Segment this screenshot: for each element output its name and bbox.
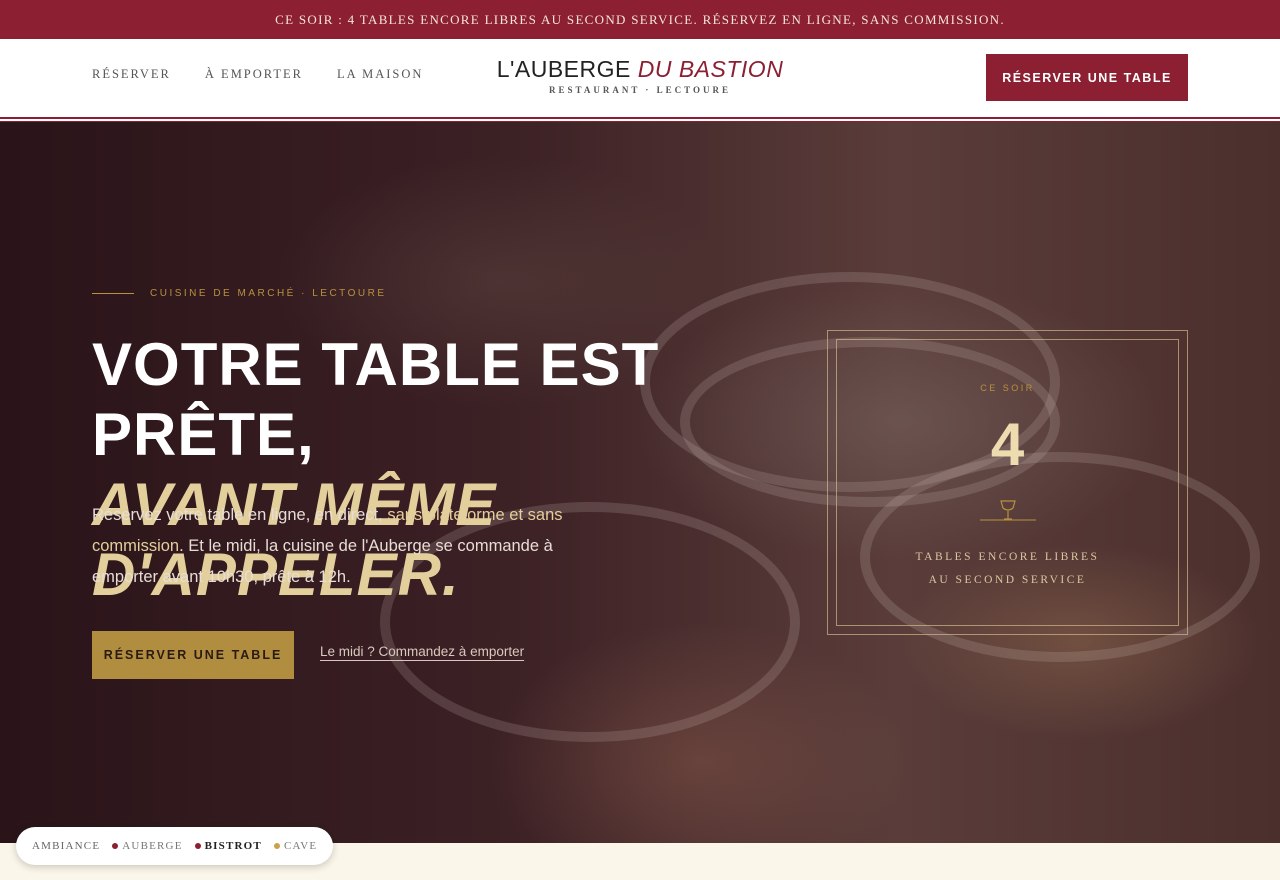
headline-line-1: VOTRE TABLE EST PRÊTE,: [92, 331, 660, 468]
ambiance-label: AMBIANCE: [32, 840, 101, 852]
hero-section: CUISINE DE MARCHÉ · LECTOURE VOTRE TABLE…: [0, 122, 1280, 843]
status-caption: TABLES ENCORE LIBRES AU SECOND SERVICE: [837, 546, 1178, 592]
status-caption-line-1: TABLES ENCORE LIBRES: [915, 551, 1100, 563]
bistrot-dot-icon: [194, 843, 201, 849]
ambiance-switcher: AMBIANCE AUBERGE BISTROT CAVE: [16, 827, 334, 865]
status-label: CE SOIR: [980, 383, 1035, 393]
announcement-bar: CE SOIR : 4 TABLES ENCORE LIBRES AU SECO…: [0, 0, 1280, 39]
reserve-table-header-button[interactable]: RÉSERVER UNE TABLE: [986, 54, 1188, 101]
site-header: RÉSERVER À EMPORTER LA MAISON L'AUBERGE …: [0, 39, 1280, 117]
intro-text-1: Réservez votre table en ligne, en direct…: [92, 506, 388, 524]
reserve-table-hero-button[interactable]: RÉSERVER UNE TABLE: [92, 631, 294, 679]
status-caption-line-2: AU SECOND SERVICE: [928, 574, 1087, 586]
ambiance-option-label: BISTROT: [204, 840, 262, 852]
cave-dot-icon: [273, 843, 280, 849]
logo-accent-text: DU BASTION: [637, 56, 784, 82]
eyebrow-rule: [92, 293, 134, 294]
tables-status-card: CE SOIR 4 TABLES ENCORE LIBRES AU SECOND…: [827, 330, 1188, 635]
announcement-text: CE SOIR : 4 TABLES ENCORE LIBRES AU SECO…: [275, 11, 1005, 27]
ambiance-option-cave[interactable]: CAVE: [273, 840, 318, 852]
ambiance-option-label: CAVE: [283, 840, 318, 852]
ambiance-option-bistrot[interactable]: BISTROT: [194, 840, 262, 852]
takeaway-link[interactable]: Le midi ? Commandez à emporter: [320, 644, 524, 659]
wine-glass-icon: [980, 500, 1036, 521]
hero-intro: Réservez votre table en ligne, en direct…: [92, 500, 612, 593]
eyebrow-text: CUISINE DE MARCHÉ · LECTOURE: [150, 288, 387, 299]
auberge-dot-icon: [112, 843, 119, 849]
status-card-inner-frame: CE SOIR 4 TABLES ENCORE LIBRES AU SECOND…: [836, 339, 1179, 626]
hero-eyebrow: CUISINE DE MARCHÉ · LECTOURE: [92, 288, 387, 299]
tables-count: 4: [990, 411, 1025, 478]
logo-main-text: L'AUBERGE: [496, 56, 631, 82]
ambiance-option-label: AUBERGE: [122, 840, 183, 852]
ambiance-option-auberge[interactable]: AUBERGE: [112, 840, 182, 852]
